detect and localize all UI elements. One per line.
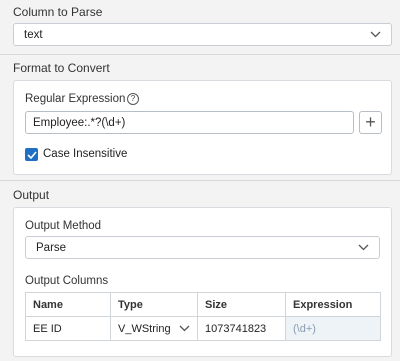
cell-size[interactable]: 1073741823 [197, 316, 286, 341]
chevron-down-icon [369, 29, 381, 41]
output-method-select[interactable]: Parse [25, 236, 380, 259]
cell-type[interactable]: V_WString [110, 316, 198, 341]
add-expression-button[interactable]: + [359, 111, 382, 134]
column-header-expression: Expression [285, 292, 381, 317]
column-to-parse-heading: Column to Parse [13, 5, 103, 19]
cell-expression: (\d+) [285, 316, 381, 341]
format-to-convert-panel: Regular Expression ? Employee:.*?(\d+) +… [13, 80, 392, 175]
column-to-parse-value: text [24, 28, 43, 41]
output-method-value: Parse [36, 241, 67, 254]
column-to-parse-select[interactable]: text [13, 23, 392, 46]
regex-input[interactable]: Employee:.*?(\d+) [25, 111, 354, 134]
output-panel: Output Method Parse Output Columns Name … [13, 207, 392, 357]
cell-type-value: V_WString [118, 322, 171, 335]
cell-name[interactable]: EE ID [25, 316, 111, 341]
output-columns-table: Name Type Size Expression EE ID V_WStrin… [25, 292, 381, 341]
section-divider [0, 54, 400, 55]
regex-value: Employee:.*?(\d+) [33, 116, 126, 129]
output-columns-label: Output Columns [25, 275, 109, 287]
question-circle-icon[interactable]: ? [127, 93, 139, 105]
output-method-label: Output Method [25, 220, 102, 232]
chevron-down-icon[interactable] [178, 323, 190, 335]
table-row: EE ID V_WString 1073741823 (\d+) [25, 316, 381, 341]
output-heading: Output [13, 188, 50, 202]
case-insensitive-label: Case Insensitive [43, 148, 128, 160]
case-insensitive-checkbox[interactable] [25, 148, 38, 161]
column-header-size: Size [197, 292, 286, 317]
section-divider [0, 180, 400, 181]
plus-icon: + [365, 112, 376, 132]
table-header-row: Name Type Size Expression [25, 292, 381, 317]
column-header-type: Type [110, 292, 198, 317]
format-to-convert-heading: Format to Convert [13, 61, 110, 75]
chevron-down-icon [357, 242, 369, 254]
regex-label: Regular Expression [25, 93, 126, 105]
column-header-name: Name [25, 292, 111, 317]
